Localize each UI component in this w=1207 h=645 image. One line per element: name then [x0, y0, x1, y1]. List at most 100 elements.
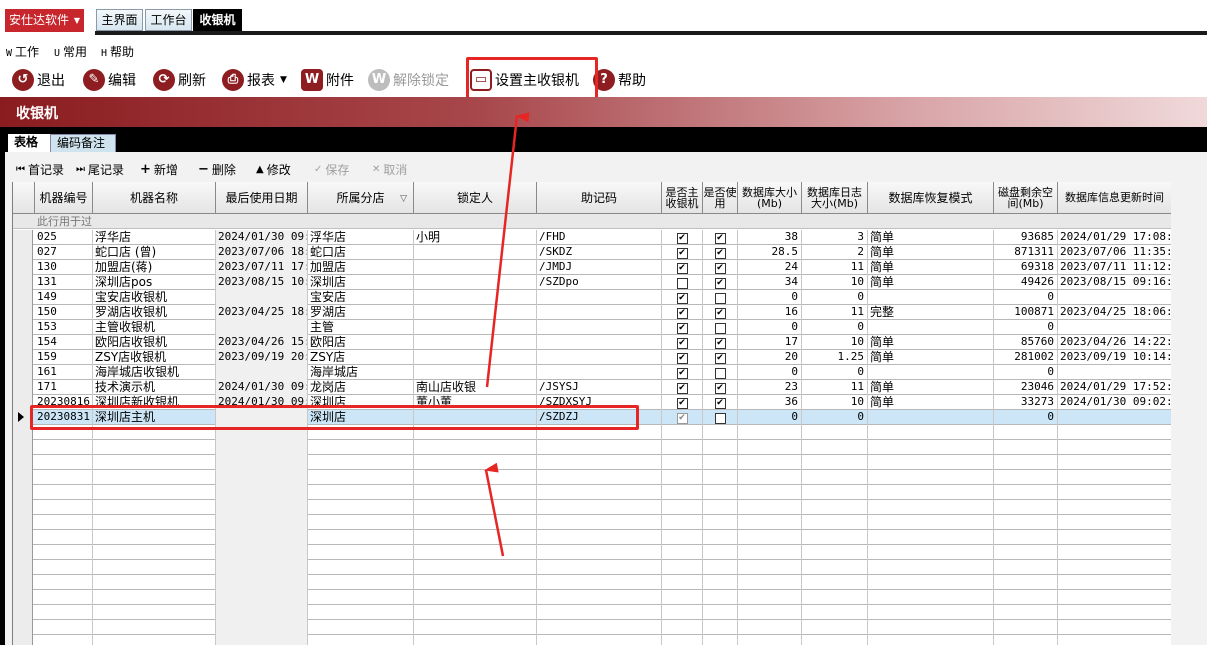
- report-button[interactable]: ⎙ 报表 ▼: [222, 66, 287, 94]
- recovery-mode-cell[interactable]: [868, 620, 994, 635]
- updated-at-cell[interactable]: [1058, 365, 1171, 380]
- machine-name-cell[interactable]: [93, 545, 216, 560]
- last-used-cell[interactable]: [216, 545, 308, 560]
- log-size-cell[interactable]: 1.25: [802, 350, 868, 365]
- locked-by-cell[interactable]: [414, 575, 537, 590]
- recovery-mode-cell[interactable]: [868, 455, 994, 470]
- machine-id-cell[interactable]: [35, 530, 93, 545]
- updated-at-cell[interactable]: 2023/07/06 11:35:4: [1058, 245, 1171, 260]
- recovery-mode-cell[interactable]: [868, 365, 994, 380]
- checkbox[interactable]: [676, 322, 688, 334]
- in-use-cell[interactable]: [703, 320, 738, 335]
- checkbox[interactable]: [676, 367, 688, 379]
- store-cell[interactable]: [308, 620, 414, 635]
- updated-at-cell[interactable]: [1058, 455, 1171, 470]
- is-main-cell[interactable]: [662, 320, 703, 335]
- empty-row[interactable]: [13, 440, 1171, 455]
- machine-name-cell[interactable]: [93, 560, 216, 575]
- row-indicator[interactable]: [13, 575, 33, 590]
- table-row[interactable]: 027蛇口店 (曾)2023/07/06 18:1蛇口店/SKDZ 28.52简单…: [13, 245, 1171, 260]
- add-button[interactable]: + 新增: [140, 161, 178, 178]
- db-size-cell[interactable]: [738, 545, 802, 560]
- filter-row[interactable]: [13, 214, 1171, 229]
- locked-by-cell[interactable]: [414, 500, 537, 515]
- is-main-cell[interactable]: [662, 305, 703, 320]
- locked-by-cell[interactable]: [414, 635, 537, 645]
- recovery-mode-cell[interactable]: 简单: [868, 230, 994, 245]
- locked-by-cell[interactable]: [414, 485, 537, 500]
- recovery-mode-cell[interactable]: [868, 545, 994, 560]
- checkbox[interactable]: [676, 352, 688, 364]
- in-use-cell[interactable]: [703, 470, 738, 485]
- machine-id-cell[interactable]: [35, 635, 93, 645]
- log-size-cell[interactable]: 11: [802, 260, 868, 275]
- table-row[interactable]: 171技术演示机2024/01/30 09:4龙岗店南山店收银/JSYSJ 231…: [13, 380, 1171, 395]
- db-size-cell[interactable]: [738, 530, 802, 545]
- row-indicator[interactable]: [13, 245, 33, 260]
- empty-row[interactable]: [13, 515, 1171, 530]
- mnemonic-cell[interactable]: /SZDpo: [537, 275, 662, 290]
- updated-at-cell[interactable]: [1058, 620, 1171, 635]
- row-indicator[interactable]: [13, 320, 33, 335]
- save-button[interactable]: ✓ 保存: [314, 161, 349, 178]
- first-record-button[interactable]: ⏮ 首记录: [16, 161, 64, 178]
- updated-at-cell[interactable]: [1058, 635, 1171, 645]
- recovery-mode-cell[interactable]: [868, 320, 994, 335]
- recovery-mode-cell[interactable]: 简单: [868, 350, 994, 365]
- last-record-button[interactable]: ⏭ 尾记录: [76, 161, 124, 178]
- updated-at-cell[interactable]: 2023/08/15 09:16:2: [1058, 275, 1171, 290]
- in-use-cell[interactable]: [703, 620, 738, 635]
- checkbox[interactable]: [676, 382, 688, 394]
- tab-code-notes[interactable]: 编码备注: [50, 134, 116, 152]
- table-row[interactable]: 150罗湖店收银机2023/04/25 18:0罗湖店 1611完整1008712…: [13, 305, 1171, 320]
- recovery-mode-cell[interactable]: 简单: [868, 335, 994, 350]
- in-use-cell[interactable]: [703, 635, 738, 645]
- empty-row[interactable]: [13, 560, 1171, 575]
- last-used-cell[interactable]: [216, 485, 308, 500]
- in-use-cell[interactable]: [703, 575, 738, 590]
- disk-free-cell[interactable]: [994, 485, 1058, 500]
- disk-free-cell[interactable]: [994, 620, 1058, 635]
- db-size-cell[interactable]: 24: [738, 260, 802, 275]
- is-main-cell[interactable]: [662, 410, 703, 425]
- in-use-cell[interactable]: [703, 305, 738, 320]
- updated-at-cell[interactable]: [1058, 440, 1171, 455]
- empty-row[interactable]: [13, 470, 1171, 485]
- locked-by-cell[interactable]: [414, 365, 537, 380]
- locked-by-cell[interactable]: 小明: [414, 230, 537, 245]
- mnemonic-cell[interactable]: /JSYSJ: [537, 380, 662, 395]
- checkbox[interactable]: [714, 337, 726, 349]
- db-size-cell[interactable]: [738, 455, 802, 470]
- row-indicator[interactable]: [13, 470, 33, 485]
- empty-row[interactable]: [13, 545, 1171, 560]
- machine-id-cell[interactable]: [35, 620, 93, 635]
- table-row[interactable]: 153主管收银机主管000: [13, 320, 1171, 335]
- recovery-mode-cell[interactable]: [868, 500, 994, 515]
- tab-table[interactable]: 表格: [8, 134, 50, 152]
- column-header-store[interactable]: 所属分店 ▽: [308, 182, 414, 214]
- machine-name-cell[interactable]: [93, 440, 216, 455]
- in-use-cell[interactable]: [703, 545, 738, 560]
- is-main-cell[interactable]: [662, 260, 703, 275]
- machine-id-cell[interactable]: 149: [35, 290, 93, 305]
- tab-workbench[interactable]: 工作台: [145, 9, 192, 31]
- machine-name-cell[interactable]: 浮华店: [93, 230, 216, 245]
- empty-row[interactable]: [13, 500, 1171, 515]
- menu-work[interactable]: W 工作: [6, 43, 39, 60]
- is-main-cell[interactable]: [662, 560, 703, 575]
- recovery-mode-cell[interactable]: [868, 425, 994, 440]
- db-size-cell[interactable]: 16: [738, 305, 802, 320]
- in-use-cell[interactable]: [703, 425, 738, 440]
- row-indicator[interactable]: [13, 380, 33, 395]
- machine-name-cell[interactable]: 宝安店收银机: [93, 290, 216, 305]
- machine-id-cell[interactable]: [35, 560, 93, 575]
- table-row[interactable]: 131深圳店pos2023/08/15 10:0深圳店/SZDpo 3410简单4…: [13, 275, 1171, 290]
- store-cell[interactable]: 主管: [308, 320, 414, 335]
- recovery-mode-cell[interactable]: [868, 530, 994, 545]
- store-cell[interactable]: 加盟店: [308, 260, 414, 275]
- in-use-cell[interactable]: [703, 500, 738, 515]
- empty-row[interactable]: [13, 530, 1171, 545]
- empty-row[interactable]: [13, 575, 1171, 590]
- db-size-cell[interactable]: [738, 515, 802, 530]
- checkbox[interactable]: [676, 277, 688, 289]
